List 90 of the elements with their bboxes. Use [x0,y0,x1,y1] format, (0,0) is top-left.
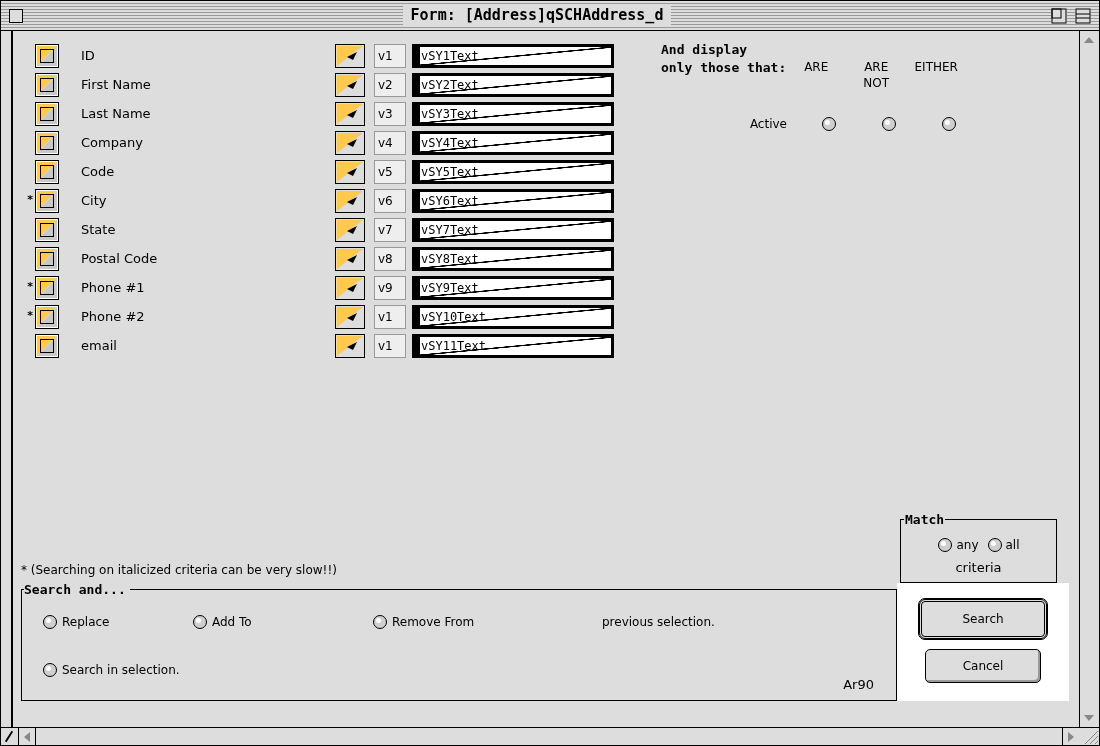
variable-field: vSY7Text [412,217,614,242]
field-checkbox[interactable] [35,43,59,68]
field-checkbox[interactable] [35,72,59,97]
index-label: v9 [374,275,406,300]
variable-field: vSY10Text [412,304,614,329]
arrow-button[interactable] [335,217,365,242]
asterisk-marker: * [26,192,34,209]
radio-button[interactable] [42,662,58,678]
dialog-button[interactable]: Search [919,599,1047,639]
radio-button[interactable] [42,614,58,630]
index-label: v8 [374,246,406,271]
option-label[interactable]: Replace [62,613,110,631]
radio-button[interactable] [821,116,837,132]
suffix-text: previous selection. [602,614,715,631]
field-checkbox[interactable] [35,188,59,213]
arrow-button[interactable] [335,101,365,126]
variable-field: vSY2Text [412,72,614,97]
index-label: v5 [374,159,406,184]
heading-text: only those that: [661,59,787,77]
field-checkbox[interactable] [35,101,59,126]
collapse-box-icon[interactable] [1075,7,1091,24]
field-checkbox[interactable] [35,246,59,271]
radio-button[interactable] [941,116,957,132]
field-label: Phone #1 [81,278,146,297]
code-label: Ar90 [843,675,874,694]
variable-field: vSY9Text [412,275,614,300]
criteria-label: criteria [955,559,1002,577]
arrow-button[interactable] [335,159,365,184]
option-label[interactable]: all [1005,536,1020,554]
variable-field: vSY4Text [412,130,614,155]
index-label: v6 [374,188,406,213]
close-box[interactable] [9,8,23,23]
radio-button[interactable] [372,614,388,630]
option-label[interactable]: Remove From [392,613,475,631]
field-checkbox[interactable] [35,304,59,329]
arrow-button[interactable] [335,333,365,358]
arrow-button[interactable] [335,188,365,213]
variable-field: vSY1Text [412,43,614,68]
index-label: v1 [374,333,406,358]
field-label: Last Name [81,104,152,123]
asterisk-marker: * [26,308,34,325]
index-label: v1 [374,304,406,329]
field-checkbox[interactable] [35,217,59,242]
radio-button[interactable] [937,537,954,553]
option-label[interactable]: Search in selection. [62,661,180,679]
field-label: First Name [81,75,152,94]
index-label: v4 [374,130,406,155]
arrow-button[interactable] [335,43,365,68]
index-label: v3 [374,101,406,126]
row-label: Active [748,116,788,133]
column-header: ARE NOT [862,59,891,91]
column-header: ARE [804,59,829,76]
index-label: v7 [374,217,406,242]
field-label: Postal Code [81,249,159,268]
index-label: v2 [374,72,406,97]
heading-text: And display [661,41,749,59]
option-label[interactable]: Add To [212,613,252,631]
radio-button[interactable] [986,537,1003,553]
window-title: Form: [Address]qSCHAddress_d [402,4,672,27]
horizontal-scrollbar[interactable] [35,728,1063,745]
dialog-button[interactable]: Cancel [925,649,1041,683]
field-label: Code [81,162,116,181]
arrow-button[interactable] [335,304,365,329]
field-label: email [81,336,118,355]
variable-field: vSY8Text [412,246,614,271]
field-label: Phone #2 [81,307,146,326]
variable-field: vSY3Text [412,101,614,126]
zoom-box-icon[interactable] [1051,7,1067,24]
note-text: * (Searching on italicized criteria can be very slow!!) [21,562,338,579]
field-checkbox[interactable] [35,130,59,155]
arrow-button[interactable] [335,246,365,271]
variable-field: vSY11Text [412,333,614,358]
field-checkbox[interactable] [35,333,59,358]
field-checkbox[interactable] [35,275,59,300]
field-label: State [81,220,117,239]
variable-field: vSY5Text [412,159,614,184]
radio-button[interactable] [881,116,897,132]
column-header: EITHER [914,59,958,76]
asterisk-marker: * [26,279,34,296]
arrow-button[interactable] [335,130,365,155]
radio-button[interactable] [192,614,208,630]
option-label[interactable]: any [956,536,979,554]
arrow-button[interactable] [335,72,365,97]
arrow-button[interactable] [335,275,365,300]
field-label: Company [81,133,144,152]
field-checkbox[interactable] [35,159,59,184]
variable-field: vSY6Text [412,188,614,213]
field-label: City [81,191,108,210]
field-label: ID [81,46,96,65]
index-label: v1 [374,43,406,68]
